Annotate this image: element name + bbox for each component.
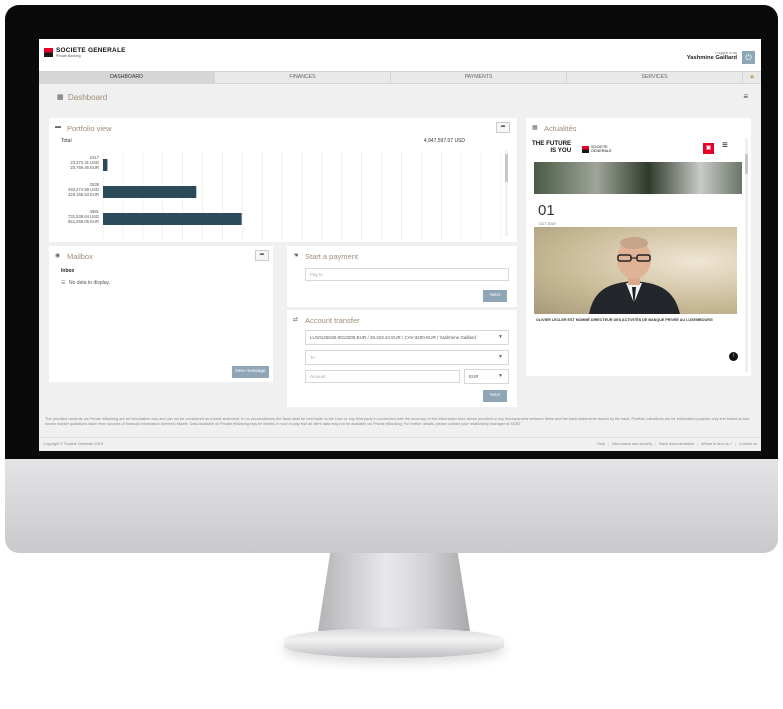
eye-icon: ◉ bbox=[55, 253, 61, 259]
tab-payments[interactable]: PAYMENTS bbox=[391, 72, 567, 83]
user-info: Logged in as Yashmine Gaillard bbox=[687, 51, 737, 61]
payment-title: Start a payment bbox=[305, 252, 358, 261]
lock-icon[interactable]: ▣ bbox=[703, 143, 714, 154]
news-panel: ▦ Actualités THE FUTURE IS YOU SOCIETE G… bbox=[526, 118, 751, 376]
brand-name: SOCIETE GENERALE bbox=[56, 47, 126, 54]
main-nav: DASHBOARD FINANCES PAYMENTS SERVICES ★ bbox=[39, 71, 761, 84]
tagline-line-2: IS YOU bbox=[550, 146, 572, 154]
from-account-select[interactable]: LU1012561B-0013200-EUR / 26.423.24 EUR /… bbox=[305, 330, 509, 345]
payment-panel: ☚ Start a payment Pay to Next bbox=[287, 246, 517, 307]
portrait-illustration bbox=[589, 237, 680, 314]
mailbox-title: Mailbox bbox=[67, 252, 93, 261]
news-scrollbar[interactable] bbox=[745, 138, 748, 372]
transfer-title: Account transfer bbox=[305, 316, 360, 325]
footer-link-where[interactable]: Where to find us ? bbox=[701, 442, 732, 446]
browser-screen: SOCIETE GENERALE Private Banking Logged … bbox=[39, 39, 761, 451]
monitor-chin bbox=[5, 459, 778, 553]
transfer-next-button[interactable]: Next bbox=[483, 390, 507, 402]
copyright: Copyright © Societe Generale 2019 bbox=[43, 442, 103, 446]
grid-icon: ▦ bbox=[57, 94, 64, 101]
bar-2317 bbox=[103, 159, 108, 171]
brand-sub: Private Banking bbox=[56, 54, 81, 58]
news-caption[interactable]: OLIVIER LECLER EST NOMMÉ DIRECTEUR DES A… bbox=[536, 318, 741, 322]
chevron-down-icon: ▼ bbox=[498, 373, 503, 379]
filter-icon: ☰ bbox=[61, 280, 66, 286]
from-account-value: LU1012561B-0013200-EUR / 26.423.24 EUR /… bbox=[310, 335, 476, 340]
news-date-day: 01 bbox=[538, 202, 555, 219]
bar-amount-label: 429,165.53 EUR bbox=[68, 192, 99, 197]
share-arrow-icon[interactable]: ➦ bbox=[496, 122, 510, 133]
hand-icon: ☚ bbox=[293, 253, 299, 259]
hamburger-icon[interactable]: ≡ bbox=[743, 92, 748, 101]
monitor-stand bbox=[318, 553, 470, 631]
page-title: Dashboard bbox=[68, 93, 108, 102]
portfolio-panel: ▬ Portfolio view ➦ Total 4,947,597.07 US… bbox=[49, 118, 517, 242]
total-label: Total bbox=[61, 138, 72, 144]
hamburger-icon[interactable]: ≡ bbox=[722, 140, 728, 151]
currency-select[interactable]: EUR ▼ bbox=[464, 369, 509, 384]
tab-finances[interactable]: FINANCES bbox=[215, 72, 391, 83]
dashboard-header: ▦ Dashboard ≡ bbox=[39, 84, 761, 110]
user-name: Yashmine Gaillard bbox=[686, 55, 737, 61]
footer-link-security[interactable]: Information and security bbox=[612, 442, 653, 446]
news-date-month: OCT 2019 bbox=[539, 222, 556, 226]
share-arrow-icon[interactable]: ➦ bbox=[255, 250, 269, 261]
bar-4681 bbox=[103, 213, 242, 225]
total-value: 4,947,597.07 USD bbox=[423, 138, 465, 144]
amount-input[interactable]: Amount bbox=[305, 370, 460, 383]
scroll-thumb[interactable] bbox=[745, 154, 748, 174]
bar-amount-label: 20,769.46 EUR bbox=[70, 165, 99, 170]
bar-amount-label: 651,266.05 EUR bbox=[68, 219, 99, 224]
legal-disclaimer: The provided contents via Private eBanki… bbox=[45, 417, 750, 426]
pay-to-input[interactable]: Pay to bbox=[305, 268, 509, 281]
portrait-photo[interactable] bbox=[534, 227, 737, 314]
footer: Copyright © Societe Generale 2019 Help | … bbox=[39, 437, 761, 451]
currency-value: EUR bbox=[469, 374, 479, 379]
tab-dashboard[interactable]: DASHBOARD bbox=[39, 72, 215, 83]
footer-link-contact[interactable]: Contact us bbox=[739, 442, 757, 446]
transfer-icon: ⇄ bbox=[293, 317, 299, 323]
separator: | bbox=[655, 442, 657, 446]
chevron-down-icon: ▼ bbox=[498, 354, 503, 360]
news-header: THE FUTURE IS YOU SOCIETE GENERALE ▣ ≡ bbox=[526, 138, 748, 160]
logout-button[interactable]: ⏻ bbox=[742, 51, 755, 64]
favorites-star-icon[interactable]: ★ bbox=[743, 72, 761, 83]
power-icon: ⏻ bbox=[745, 53, 752, 62]
portfolio-bar-chart: 231723,372.31 USD20,769.46 EUR2538492,27… bbox=[68, 152, 502, 240]
footer-links: Help | Information and security | Bank doc… bbox=[597, 442, 757, 446]
separator: | bbox=[607, 442, 609, 446]
no-data-text: No data to display. bbox=[69, 280, 111, 286]
top-bar: SOCIETE GENERALE Private Banking Logged … bbox=[39, 39, 761, 71]
separator: | bbox=[734, 442, 736, 446]
chevron-down-icon: ▼ bbox=[498, 334, 503, 340]
bar-2538 bbox=[103, 186, 197, 198]
footer-link-documentation[interactable]: Bank documentation bbox=[659, 442, 694, 446]
briefcase-icon: ▬ bbox=[55, 124, 61, 130]
grid-icon: ▦ bbox=[532, 125, 538, 131]
monitor-base bbox=[284, 628, 504, 658]
mailbox-panel: ◉ Mailbox ➦ Inbox ☰ No data to display. … bbox=[49, 246, 273, 382]
payment-next-button[interactable]: Next bbox=[483, 290, 507, 302]
to-account-select[interactable]: To ▼ bbox=[305, 350, 509, 365]
rugby-photo bbox=[534, 162, 742, 194]
to-placeholder: To bbox=[310, 355, 315, 360]
portfolio-title: Portfolio view bbox=[67, 124, 112, 133]
new-message-button[interactable]: New message bbox=[232, 366, 269, 378]
news-tagline: THE FUTURE IS YOU bbox=[532, 140, 572, 154]
logo-mark-icon bbox=[582, 146, 589, 153]
transfer-panel: ⇄ Account transfer LU1012561B-0013200-EU… bbox=[287, 310, 517, 407]
inbox-label: Inbox bbox=[61, 268, 75, 274]
news-brand: SOCIETE GENERALE bbox=[591, 145, 612, 153]
brand-logo[interactable]: SOCIETE GENERALE Private Banking bbox=[44, 47, 126, 58]
arrow-up-icon[interactable]: ↑ bbox=[729, 352, 738, 361]
logo-mark-icon bbox=[44, 48, 53, 57]
news-title: Actualités bbox=[544, 124, 577, 133]
news-brand-line-2: GENERALE bbox=[591, 149, 612, 154]
chart-scrollbar[interactable] bbox=[505, 150, 508, 236]
tab-services[interactable]: SERVICES bbox=[567, 72, 743, 83]
separator: | bbox=[697, 442, 699, 446]
footer-link-help[interactable]: Help bbox=[597, 442, 605, 446]
scroll-thumb[interactable] bbox=[505, 154, 508, 182]
